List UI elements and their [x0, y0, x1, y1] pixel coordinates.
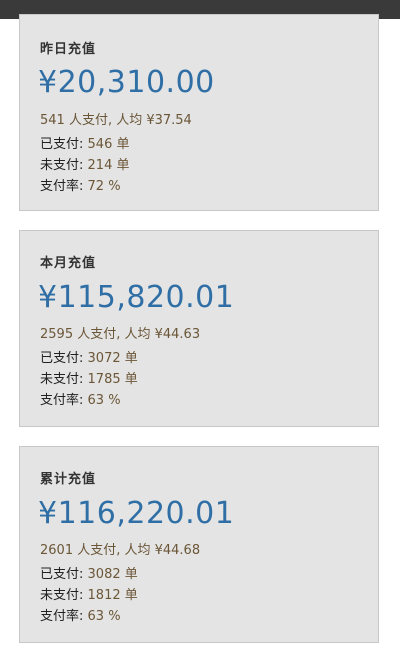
paid-orders: 已支付: 546 单	[40, 133, 129, 152]
month-recharge-card: 本月充值 ¥115,820.01 2595 人支付, 人均 ¥44.63 已支付…	[19, 230, 379, 427]
paid-value: 3072 单	[87, 351, 138, 366]
rate-label: 支付率:	[40, 393, 84, 408]
paid-label: 已支付:	[40, 137, 84, 152]
rate-value: 63 %	[87, 609, 121, 624]
unpaid-orders: 未支付: 214 单	[40, 154, 129, 173]
card-amount: ¥115,820.01	[38, 280, 235, 315]
unpaid-value: 1812 单	[87, 588, 138, 603]
paid-value: 3082 单	[87, 567, 138, 582]
unpaid-value: 214 单	[87, 158, 130, 173]
card-title: 昨日充值	[40, 42, 97, 57]
card-summary: 541 人支付, 人均 ¥37.54	[40, 113, 192, 128]
paid-orders: 已支付: 3072 单	[40, 347, 138, 366]
card-summary: 2601 人支付, 人均 ¥44.68	[40, 543, 201, 558]
unpaid-orders: 未支付: 1812 单	[40, 584, 138, 603]
card-title: 本月充值	[40, 256, 97, 271]
total-recharge-card: 累计充值 ¥116,220.01 2601 人支付, 人均 ¥44.68 已支付…	[19, 446, 379, 643]
unpaid-label: 未支付:	[40, 588, 84, 603]
rate-label: 支付率:	[40, 179, 84, 194]
paid-value: 546 单	[87, 137, 130, 152]
payment-rate: 支付率: 63 %	[40, 389, 121, 408]
card-title: 累计充值	[40, 472, 97, 487]
rate-label: 支付率:	[40, 609, 84, 624]
rate-value: 63 %	[87, 393, 121, 408]
paid-label: 已支付:	[40, 567, 84, 582]
yesterday-recharge-card: 昨日充值 ¥20,310.00 541 人支付, 人均 ¥37.54 已支付: …	[19, 14, 379, 211]
payment-rate: 支付率: 72 %	[40, 175, 121, 194]
unpaid-label: 未支付:	[40, 372, 84, 387]
card-amount: ¥20,310.00	[38, 65, 215, 100]
paid-orders: 已支付: 3082 单	[40, 563, 138, 582]
card-summary: 2595 人支付, 人均 ¥44.63	[40, 327, 201, 342]
paid-label: 已支付:	[40, 351, 84, 366]
unpaid-label: 未支付:	[40, 158, 84, 173]
unpaid-value: 1785 单	[87, 372, 138, 387]
rate-value: 72 %	[87, 179, 121, 194]
unpaid-orders: 未支付: 1785 单	[40, 368, 138, 387]
payment-rate: 支付率: 63 %	[40, 605, 121, 624]
card-amount: ¥116,220.01	[38, 496, 235, 531]
